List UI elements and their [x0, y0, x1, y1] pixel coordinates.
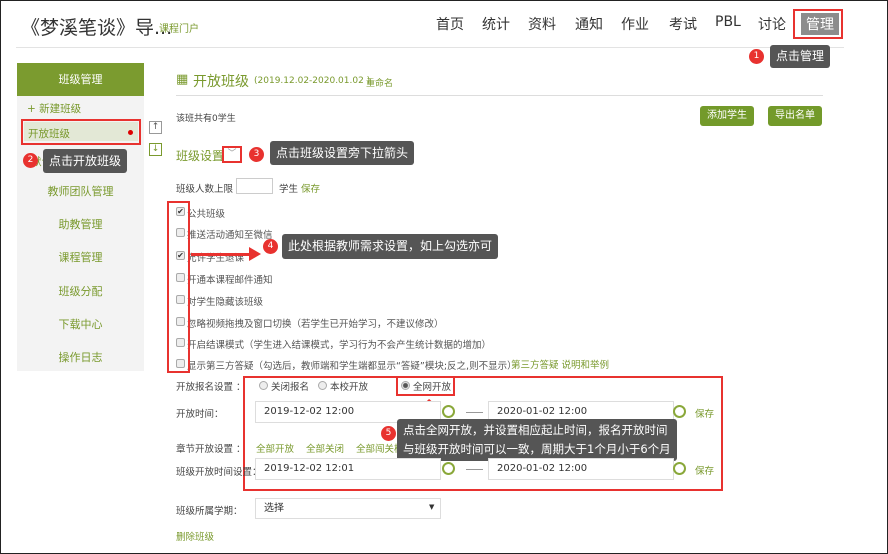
limit-save[interactable]: 保存	[301, 181, 320, 195]
tooltip-2: 点击开放班级	[43, 149, 128, 173]
chapter-open-all[interactable]: 全部开放	[256, 441, 294, 455]
nav-homework[interactable]: 作业	[621, 14, 649, 34]
dash	[466, 469, 483, 470]
open-time-save[interactable]: 保存	[695, 406, 714, 420]
nav-resources[interactable]: 资料	[528, 14, 556, 34]
move-down-icon[interactable]: ↓	[149, 143, 162, 156]
step-badge-4: 4	[263, 239, 278, 254]
clock-icon[interactable]	[442, 462, 455, 475]
class-time-label: 班级开放时间设置：	[176, 467, 262, 478]
arrow-line	[191, 253, 251, 256]
option-label: 忽略视频拖拽及窗口切换（若学生已开始学习，不建议修改）	[187, 319, 444, 330]
highlight-options	[167, 201, 190, 373]
highlight-manage	[793, 9, 843, 39]
chapter-close-all[interactable]: 全部关闭	[306, 441, 344, 455]
step-badge-2: 2	[23, 153, 38, 168]
add-student-button[interactable]: 添加学生	[700, 106, 754, 126]
limit-label: 班级人数上限	[176, 184, 234, 195]
open-time-label: 开放时间：	[176, 409, 224, 420]
student-count: 该班共有0学生	[176, 114, 236, 124]
option-label: 开通本课程邮件通知	[187, 275, 273, 286]
page-title: 开放班级	[193, 74, 249, 90]
option-label: 公共班级	[187, 209, 226, 220]
sidebar-item-logs[interactable]: 操作日志	[17, 349, 144, 365]
sidebar-item-course[interactable]: 课程管理	[17, 249, 144, 265]
class-time-save[interactable]: 保存	[695, 463, 714, 477]
option-label: 对学生隐藏该班级	[187, 297, 264, 308]
clock-icon[interactable]	[442, 405, 455, 418]
nav-home[interactable]: 首页	[436, 14, 464, 34]
nav-discussion[interactable]: 讨论	[758, 14, 786, 34]
step-badge-5: 5	[381, 426, 396, 441]
settings-dropdown-toggle[interactable]: ﹀	[222, 146, 242, 163]
class-end-input[interactable]: 2020-01-02 12:00	[488, 458, 674, 480]
highlight-open-class	[21, 119, 141, 145]
header-divider	[16, 47, 844, 48]
course-portal-link[interactable]: 课程门户	[159, 20, 199, 35]
tooltip-3: 点击班级设置旁下拉箭头	[270, 141, 415, 165]
enroll-label: 开放报名设置 ：	[176, 382, 246, 393]
limit-unit: 学生	[279, 184, 299, 195]
term-select[interactable]: 选择	[255, 498, 441, 519]
class-start-input[interactable]: 2019-12-02 12:01	[255, 458, 441, 480]
delete-class-link[interactable]: 删除班级	[176, 529, 214, 543]
sidebar-item-ta[interactable]: 助教管理	[17, 216, 144, 232]
date-range: (2019.12.02-2020.01.02 )	[254, 76, 371, 86]
course-title: 《梦溪笔谈》导...	[21, 17, 173, 39]
sidebar-item-teacher-team[interactable]: 教师团队管理	[17, 183, 144, 199]
tooltip-5: 点击全网开放，并设置相应起止时间，报名开放时间 与班级开放时间可以一致，周期大于…	[397, 419, 677, 461]
chevron-down-icon: ▼	[429, 503, 435, 511]
chapter-label: 章节开放设置 ：	[176, 444, 246, 455]
class-settings-title: 班级设置	[176, 149, 225, 163]
step-badge-1: 1	[749, 49, 764, 64]
clock-icon[interactable]	[673, 462, 686, 475]
tooltip-5-line2: 与班级开放时间可以一致，周期大于1个月小于6个月	[403, 442, 671, 456]
limit-input[interactable]	[236, 178, 273, 194]
nav-notices[interactable]: 通知	[575, 14, 603, 34]
sidebar-item-class-assign[interactable]: 班级分配	[17, 283, 144, 299]
sidebar-header: 班级管理	[17, 63, 144, 96]
tooltip-5-line1: 点击全网开放，并设置相应起止时间，报名开放时间	[403, 423, 668, 437]
grid-icon: ▦	[176, 72, 189, 87]
new-class-button[interactable]: + 新建班级	[27, 101, 81, 116]
term-label: 班级所属学期：	[176, 506, 243, 517]
sidebar-item-download[interactable]: 下载中心	[17, 316, 144, 332]
tooltip-1: 点击管理	[770, 45, 831, 68]
arrow-head	[249, 247, 261, 261]
third-party-link[interactable]: 第三方答疑 说明和举例	[511, 357, 609, 371]
move-up-icon[interactable]: ↑	[149, 121, 162, 134]
nav-stats[interactable]: 统计	[482, 14, 510, 34]
option-label: 显示第三方答疑（勾选后，教师端和学生端都显示“答疑”模块;反之,则不显示）	[187, 361, 517, 372]
option-label: 推送活动通知至微信	[187, 230, 273, 241]
dash	[466, 412, 483, 413]
option-label: 开启结课模式（学生进入结课模式，学习行为不会产生统计数据的增加）	[187, 340, 492, 351]
step-badge-3: 3	[249, 147, 264, 162]
nav-exams[interactable]: 考试	[669, 14, 697, 34]
tooltip-4: 此处根据教师需求设置，如上勾选亦可	[282, 234, 499, 259]
title-divider	[176, 95, 823, 96]
rename-link[interactable]: 重命名	[366, 76, 393, 89]
nav-pbl[interactable]: PBL	[715, 14, 741, 30]
export-list-button[interactable]: 导出名单	[768, 106, 822, 126]
clock-icon[interactable]	[673, 405, 686, 418]
